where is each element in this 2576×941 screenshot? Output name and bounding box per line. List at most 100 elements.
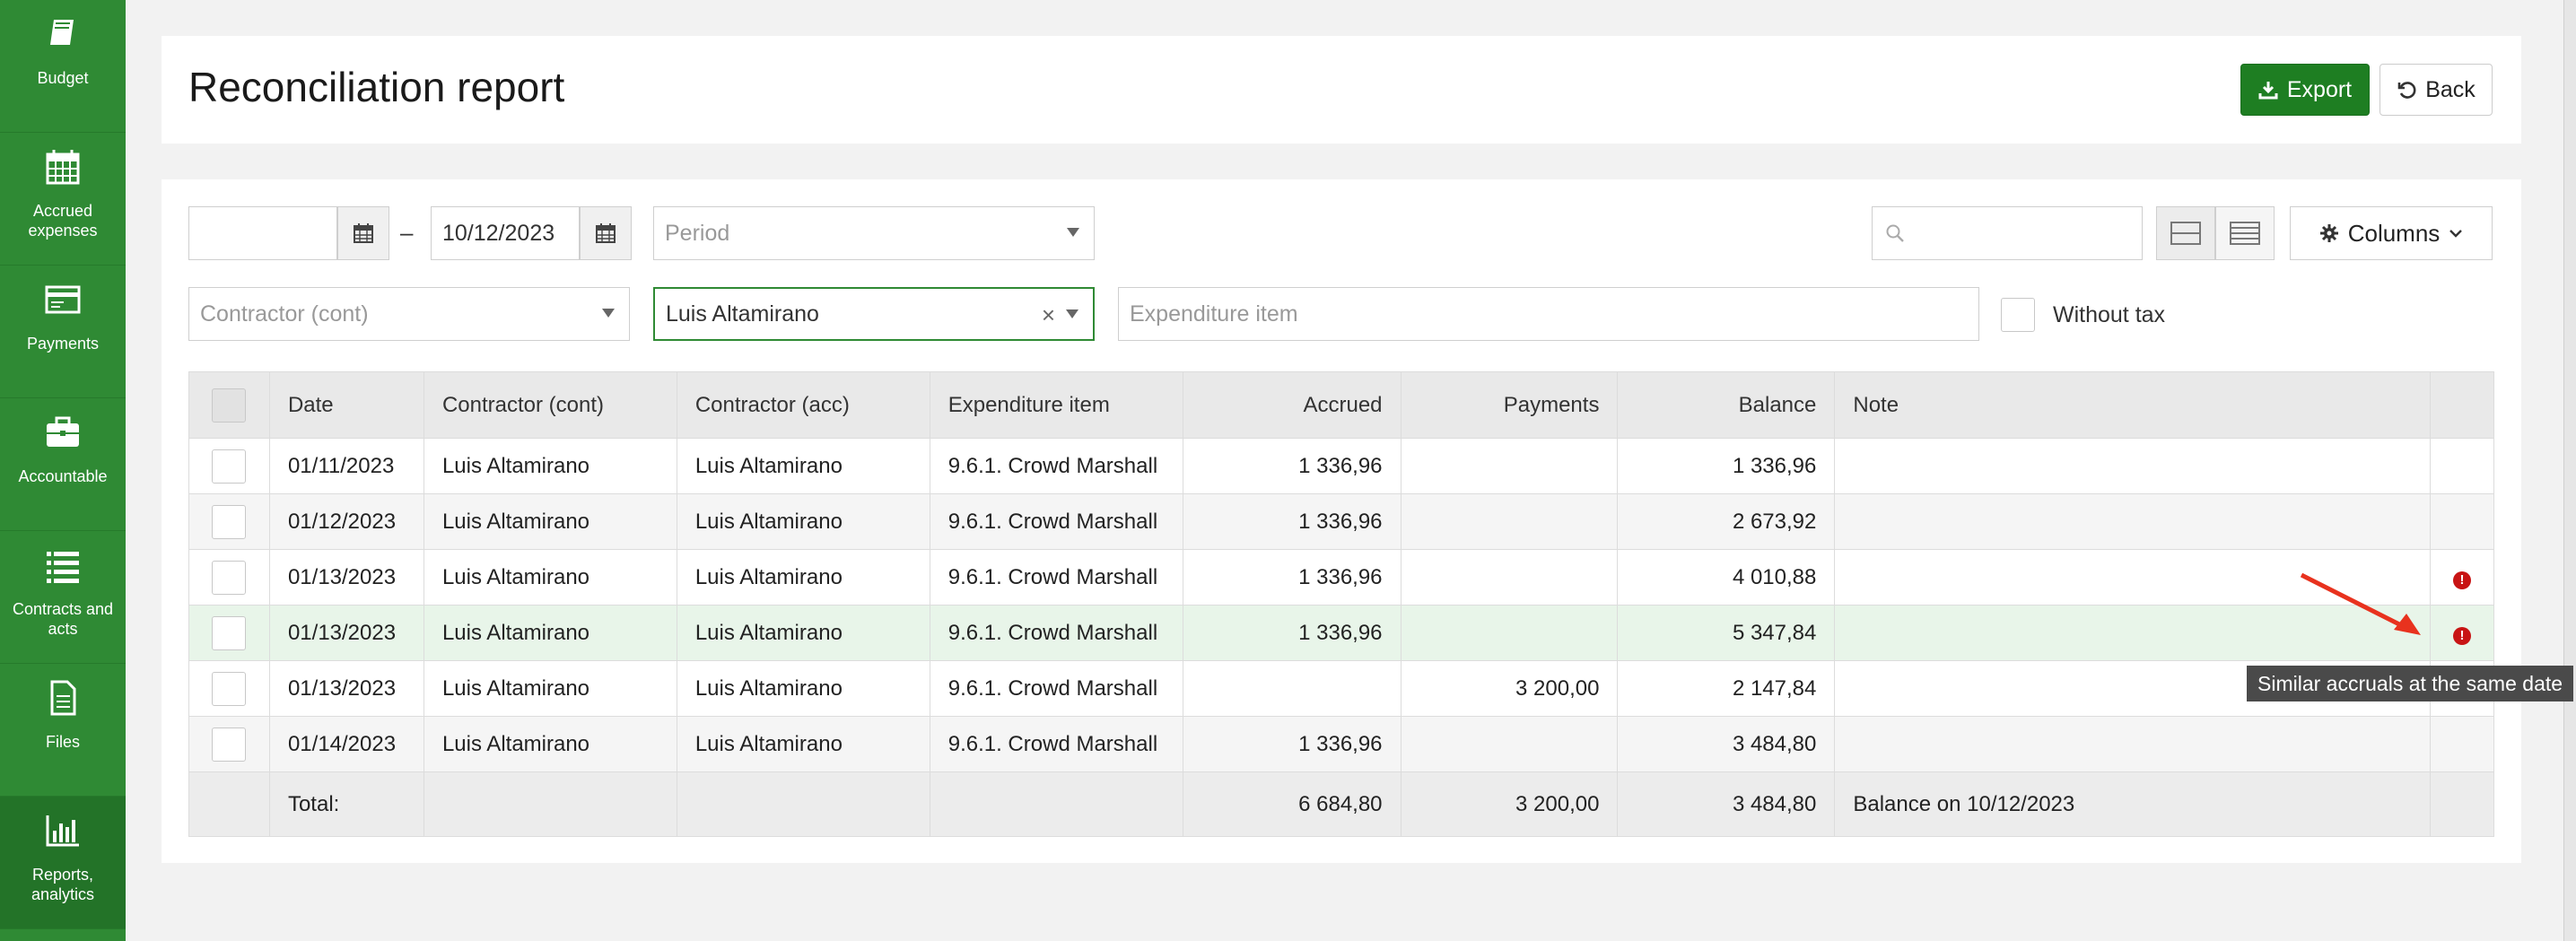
cell-flag: !	[2429, 605, 2495, 661]
date-to-calendar-button[interactable]	[580, 206, 632, 260]
column-header-expenditure-item[interactable]: Expenditure item	[929, 371, 1183, 439]
reconciliation-table: Date Contractor (cont) Contractor (acc) …	[188, 371, 2495, 837]
cell-balance: 4 010,88	[1617, 549, 1836, 606]
sidebar-item-label: Accrued expenses	[28, 202, 98, 240]
cell-contractor-acc: Luis Altamirano	[676, 549, 930, 606]
row-select-cell	[188, 493, 270, 550]
file-icon	[50, 680, 76, 716]
calendar-icon	[46, 150, 80, 185]
column-header-contractor-acc[interactable]: Contractor (acc)	[676, 371, 930, 439]
column-header-accrued[interactable]: Accrued	[1182, 371, 1402, 439]
cell-flag	[2429, 716, 2495, 772]
row-select-cell	[188, 660, 270, 717]
contractor-acc-select[interactable]: Luis Altamirano ×	[653, 287, 1095, 341]
columns-button[interactable]: Columns	[2290, 206, 2493, 260]
date-to-input[interactable]: 10/12/2023	[431, 206, 580, 260]
cell-date: 01/13/2023	[268, 549, 424, 606]
without-tax-checkbox[interactable]	[2001, 298, 2035, 332]
sidebar-item-files[interactable]: Files	[0, 664, 126, 797]
page-header: Reconciliation report Export Back	[162, 36, 2521, 144]
chevron-down-icon	[1067, 228, 1079, 237]
column-header-contractor-cont[interactable]: Contractor (cont)	[423, 371, 677, 439]
sidebar-item-contracts-and-acts[interactable]: Contracts and acts	[0, 531, 126, 664]
report-panel: – 10/12/2023 Period Columns Contractor (…	[162, 179, 2521, 863]
cell-payments	[1400, 549, 1619, 606]
table-row[interactable]: 01/14/2023 Luis Altamirano Luis Altamira…	[188, 716, 2495, 772]
cell-contractor-acc: Luis Altamirano	[676, 438, 930, 494]
table-row[interactable]: 01/12/2023 Luis Altamirano Luis Altamira…	[188, 493, 2495, 550]
view-dense-button[interactable]	[2215, 206, 2275, 260]
page-title: Reconciliation report	[188, 64, 565, 110]
column-header-payments[interactable]: Payments	[1400, 371, 1619, 439]
cell-accrued: 1 336,96	[1182, 605, 1402, 661]
column-header-date[interactable]: Date	[268, 371, 424, 439]
cell-accrued: 1 336,96	[1182, 438, 1402, 494]
table-row[interactable]: 01/13/2023 Luis Altamirano Luis Altamira…	[188, 660, 2495, 717]
cell-flag: !	[2429, 549, 2495, 606]
sidebar-item-payments[interactable]: Payments	[0, 266, 126, 398]
period-select[interactable]: Period	[653, 206, 1095, 260]
sidebar-item-accrued-expenses[interactable]: Accrued expenses	[0, 133, 126, 266]
footer-empty-cell	[676, 771, 930, 837]
back-button[interactable]: Back	[2380, 64, 2493, 116]
column-header-note[interactable]: Note	[1834, 371, 2431, 439]
table-header-row: Date Contractor (cont) Contractor (acc) …	[188, 371, 2495, 439]
cell-expenditure-item: 9.6.1. Crowd Marshall	[929, 716, 1183, 772]
row-checkbox[interactable]	[212, 727, 247, 762]
warning-icon[interactable]: !	[2452, 571, 2471, 589]
export-label: Export	[2286, 76, 2353, 102]
without-tax-toggle[interactable]: Without tax	[2001, 298, 2165, 332]
cell-contractor-acc: Luis Altamirano	[676, 716, 930, 772]
cell-accrued: 1 336,96	[1182, 549, 1402, 606]
sidebar-item-accountable[interactable]: Accountable	[0, 398, 126, 531]
table-footer-row: Total: 6 684,80 3 200,00 3 484,80 Balanc…	[188, 771, 2495, 837]
cell-flag	[2429, 438, 2495, 494]
expenditure-item-input[interactable]: Expenditure item	[1118, 287, 1979, 341]
sidebar: Budget Accrued expenses Payments Account…	[0, 0, 126, 941]
sidebar-item-label: Files	[45, 733, 80, 751]
rows-icon	[2170, 222, 2201, 245]
cell-date: 01/14/2023	[268, 716, 424, 772]
export-button[interactable]: Export	[2240, 64, 2370, 116]
cell-balance: 2 673,92	[1617, 493, 1836, 550]
warning-icon[interactable]: !	[2452, 626, 2471, 645]
date-from-calendar-button[interactable]	[337, 206, 389, 260]
page-scrollbar[interactable]	[2563, 0, 2576, 941]
row-checkbox[interactable]	[212, 671, 247, 706]
download-icon	[2258, 82, 2278, 100]
row-checkbox[interactable]	[212, 449, 247, 484]
date-range-separator: –	[400, 219, 414, 246]
cell-payments	[1400, 716, 1619, 772]
row-checkbox[interactable]	[212, 560, 247, 595]
cell-date: 01/13/2023	[268, 605, 424, 661]
column-header-balance[interactable]: Balance	[1617, 371, 1836, 439]
row-checkbox[interactable]	[212, 504, 247, 539]
search-input[interactable]	[1872, 206, 2143, 260]
date-from-input[interactable]	[188, 206, 337, 260]
row-select-cell	[188, 716, 270, 772]
view-compact-button[interactable]	[2156, 206, 2215, 260]
cell-contractor-cont: Luis Altamirano	[423, 549, 677, 606]
row-select-cell	[188, 438, 270, 494]
table-row[interactable]: 01/13/2023 Luis Altamirano Luis Altamira…	[188, 549, 2495, 606]
cell-payments	[1400, 605, 1619, 661]
cell-accrued	[1182, 660, 1402, 717]
bar-chart-icon	[46, 815, 79, 847]
row-checkbox[interactable]	[212, 615, 247, 650]
cell-contractor-cont: Luis Altamirano	[423, 716, 677, 772]
contractor-cont-select[interactable]: Contractor (cont)	[188, 287, 630, 341]
chevron-down-icon	[2449, 230, 2463, 238]
cell-balance: 5 347,84	[1617, 605, 1836, 661]
clear-icon[interactable]: ×	[1042, 301, 1055, 329]
sidebar-item-reports-analytics[interactable]: Reports, analytics	[0, 797, 126, 929]
back-label: Back	[2425, 76, 2476, 102]
table-row[interactable]: 01/11/2023 Luis Altamirano Luis Altamira…	[188, 438, 2495, 494]
cell-contractor-cont: Luis Altamirano	[423, 605, 677, 661]
cell-accrued: 1 336,96	[1182, 493, 1402, 550]
table-row[interactable]: 01/13/2023 Luis Altamirano Luis Altamira…	[188, 605, 2495, 661]
contractor-cont-placeholder: Contractor (cont)	[200, 301, 369, 327]
select-all-checkbox[interactable]	[212, 388, 247, 423]
cell-flag	[2429, 493, 2495, 550]
cell-balance: 1 336,96	[1617, 438, 1836, 494]
sidebar-item-budget[interactable]: Budget	[0, 0, 126, 133]
